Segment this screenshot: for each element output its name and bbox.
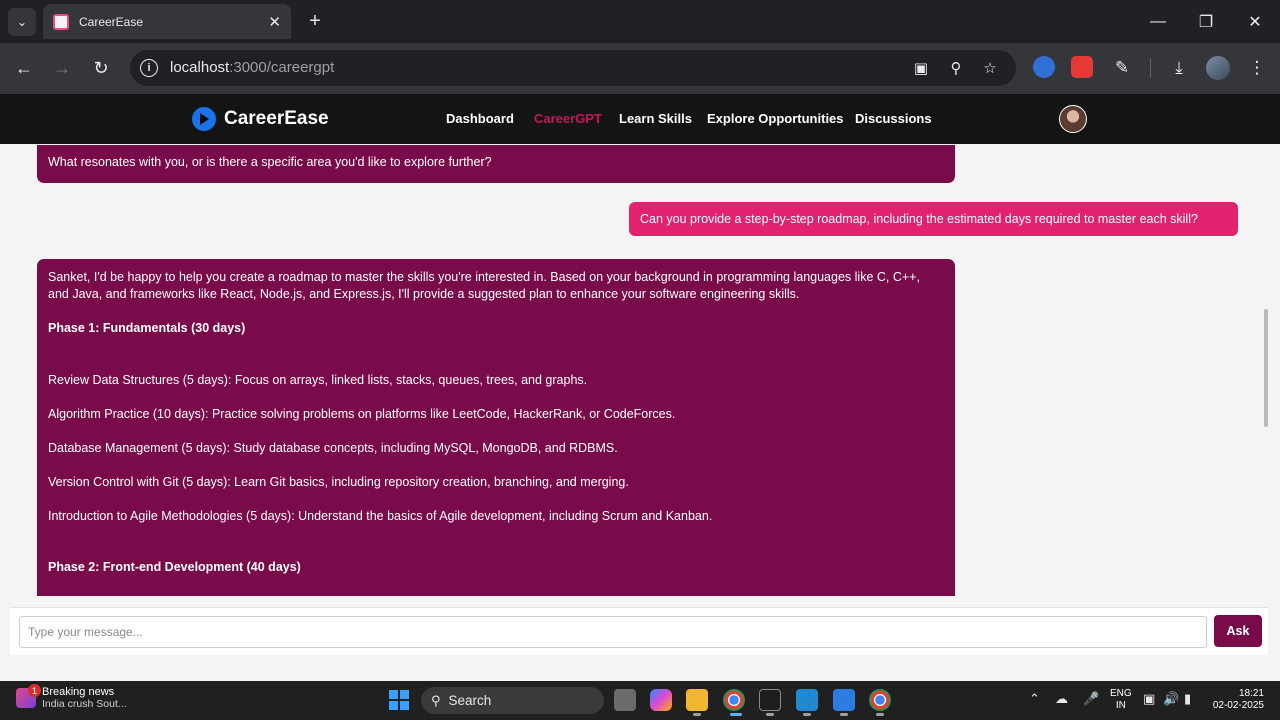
browser-menu-icon[interactable]: ⋮ xyxy=(1243,54,1271,82)
tab-search-chevron-icon[interactable]: ⌄ xyxy=(8,8,36,36)
vscode-icon[interactable] xyxy=(796,689,818,711)
user-message: Can you provide a step-by-step roadmap, … xyxy=(629,202,1238,236)
url-path: :3000/careergpt xyxy=(229,59,335,76)
brand[interactable]: CareerEase xyxy=(192,107,329,131)
roadmap-item: Review Data Structures (5 days): Focus o… xyxy=(48,373,588,387)
new-tab-plus-icon[interactable]: + xyxy=(302,8,328,34)
install-app-icon[interactable]: ▣ xyxy=(911,58,931,78)
nav-careergpt[interactable]: CareerGPT xyxy=(534,111,602,126)
roadmap-item: Database Management (5 days): Study data… xyxy=(48,441,618,455)
news-widget-icon: 1 xyxy=(16,684,41,708)
address-bar[interactable]: i localhost:3000/careergpt ▣ ⚲ ☆ xyxy=(130,50,1016,86)
download-icon[interactable]: ⤓ xyxy=(1165,54,1193,82)
bot-message-text: What resonates with you, or is there a s… xyxy=(48,155,492,169)
browser-tab[interactable]: CareerEase ✕ xyxy=(43,4,291,39)
input-language[interactable]: ENG IN xyxy=(1110,688,1132,712)
window-close-icon[interactable]: ✕ xyxy=(1241,8,1269,36)
roadmap-item: Algorithm Practice (10 days): Practice s… xyxy=(48,407,676,421)
taskbar-search[interactable]: ⚲ Search xyxy=(421,687,604,714)
bot-message: What resonates with you, or is there a s… xyxy=(37,145,955,183)
extensions-puzzle-icon[interactable]: ✎ xyxy=(1108,54,1136,82)
bot-message: Sanket, I'd be happy to help you create … xyxy=(37,259,955,596)
clock-date: 02-02-2025 xyxy=(1212,700,1264,711)
news-badge: 1 xyxy=(28,684,41,697)
restore-icon[interactable]: ❐ xyxy=(1192,8,1220,36)
volume-icon[interactable]: 🔊 xyxy=(1163,691,1179,707)
site-info-icon[interactable]: i xyxy=(140,59,158,77)
reload-icon[interactable]: ↻ xyxy=(87,54,115,82)
system-clock[interactable]: 18:21 02-02-2025 xyxy=(1206,688,1264,712)
chrome-icon[interactable] xyxy=(723,689,745,711)
browser-tab-strip: ⌄ CareerEase ✕ + — ❐ ✕ xyxy=(0,0,1280,43)
zoom-icon[interactable]: ⚲ xyxy=(946,58,966,78)
news-title: Breaking news xyxy=(42,686,115,698)
battery-icon[interactable]: ▮ xyxy=(1184,691,1191,707)
message-input[interactable] xyxy=(19,616,1207,648)
forward-arrow-icon[interactable]: → xyxy=(48,54,76,82)
nav-explore-opportunities[interactable]: Explore Opportunities xyxy=(707,111,844,126)
tab-title: CareerEase xyxy=(79,14,144,29)
brand-logo-icon xyxy=(192,107,216,131)
roadmap-item: Version Control with Git (5 days): Learn… xyxy=(48,475,629,489)
back-arrow-icon[interactable]: ← xyxy=(10,54,38,82)
file-explorer-icon[interactable] xyxy=(686,689,708,711)
bookmark-star-icon[interactable]: ☆ xyxy=(980,58,1000,78)
minimize-icon[interactable]: — xyxy=(1144,8,1172,36)
phase-title: Phase 2: Front-end Development (40 days) xyxy=(48,560,301,574)
phase-title: Phase 1: Fundamentals (30 days) xyxy=(48,321,246,335)
ask-button[interactable]: Ask xyxy=(1214,615,1262,647)
windows-start-icon[interactable] xyxy=(389,690,409,710)
microphone-icon[interactable]: 🎤 xyxy=(1083,691,1099,707)
app-running-indicator xyxy=(766,713,774,716)
terminal-icon[interactable] xyxy=(759,689,781,711)
user-message-text: Can you provide a step-by-step roadmap, … xyxy=(640,212,1198,226)
app-running-indicator xyxy=(876,713,884,716)
toolbar-divider xyxy=(1150,58,1151,78)
app-active-indicator xyxy=(730,713,742,716)
browser-profile-avatar[interactable] xyxy=(1206,56,1230,80)
nav-dashboard[interactable]: Dashboard xyxy=(446,111,514,126)
tray-overflow-chevron-icon[interactable]: ⌃ xyxy=(1029,691,1040,707)
nav-discussions[interactable]: Discussions xyxy=(855,111,932,126)
notepad-icon[interactable] xyxy=(833,689,855,711)
app-running-indicator xyxy=(803,713,811,716)
chat-window[interactable]: What resonates with you, or is there a s… xyxy=(10,145,1268,596)
chrome-profile-icon[interactable] xyxy=(869,689,891,711)
url-host: localhost xyxy=(170,59,230,76)
search-icon: ⚲ xyxy=(431,692,441,708)
user-avatar[interactable] xyxy=(1059,105,1087,133)
news-widget[interactable]: 1 Breaking news India crush Sout... xyxy=(16,684,127,710)
extension-shield-icon[interactable] xyxy=(1033,56,1055,78)
url-text: localhost:3000/careergpt xyxy=(170,59,334,76)
extension-calendar-icon[interactable] xyxy=(1071,56,1093,78)
app-running-indicator xyxy=(693,713,701,716)
browser-toolbar: ← → ↻ i localhost:3000/careergpt ▣ ⚲ ☆ ✎… xyxy=(0,43,1280,94)
language-code: ENG xyxy=(1110,688,1132,699)
nav-learn-skills[interactable]: Learn Skills xyxy=(619,111,692,126)
brand-name: CareerEase xyxy=(224,108,329,129)
task-view-icon[interactable] xyxy=(614,689,636,711)
app-running-indicator xyxy=(840,713,848,716)
taskbar-search-label: Search xyxy=(448,693,492,708)
copilot-icon[interactable] xyxy=(650,689,672,711)
clock-time: 18:21 xyxy=(1238,688,1264,699)
network-icon[interactable]: ▣ xyxy=(1143,691,1155,707)
bot-intro-text: Sanket, I'd be happy to help you create … xyxy=(48,270,920,301)
news-subtitle: India crush Sout... xyxy=(42,698,127,710)
scrollbar-thumb[interactable] xyxy=(1264,309,1268,427)
roadmap-item: Introduction to Agile Methodologies (5 d… xyxy=(48,509,713,523)
onedrive-cloud-icon[interactable]: ☁ xyxy=(1055,691,1068,707)
tab-close-icon[interactable]: ✕ xyxy=(268,13,281,31)
chat-scrollbar[interactable] xyxy=(1262,145,1270,596)
language-region: IN xyxy=(1115,700,1126,711)
tab-favicon-icon xyxy=(53,13,69,30)
